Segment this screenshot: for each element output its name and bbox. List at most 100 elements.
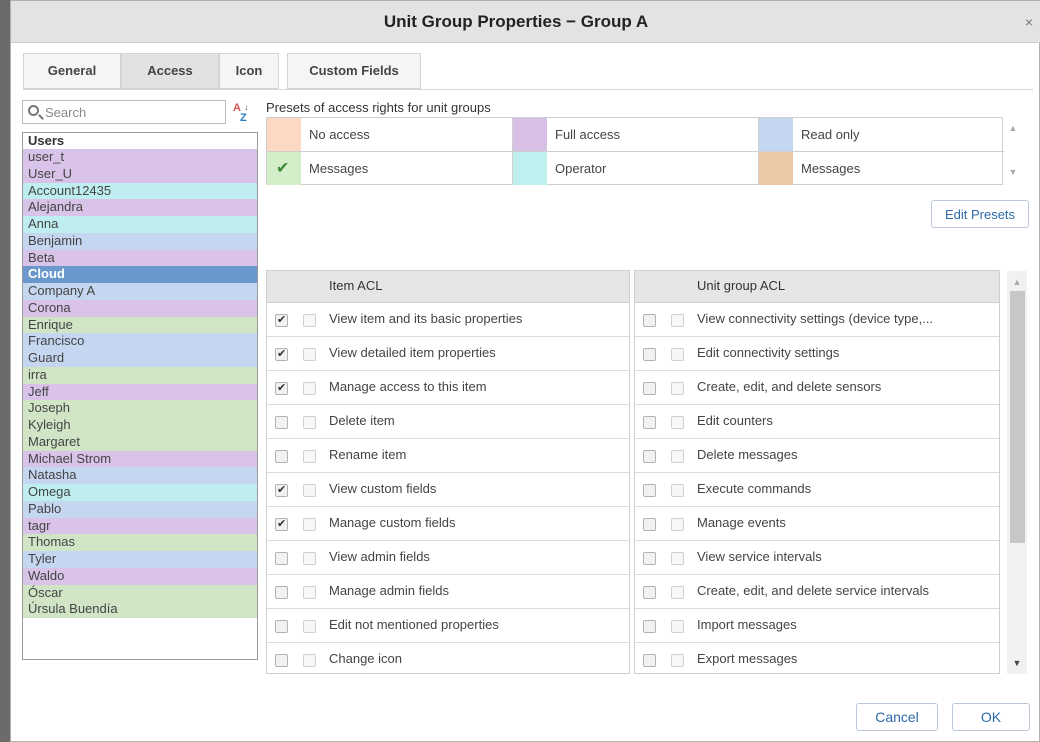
user-list-item[interactable]: Beta xyxy=(23,249,257,267)
inherited-checkbox[interactable] xyxy=(303,552,316,565)
item-acl-row[interactable]: Manage access to this item xyxy=(267,371,629,405)
inherited-checkbox[interactable] xyxy=(303,484,316,497)
grant-checkbox[interactable] xyxy=(275,313,288,327)
grant-checkbox[interactable] xyxy=(275,552,288,565)
user-list-item[interactable]: Joseph xyxy=(23,400,257,417)
user-list-item[interactable]: Guard xyxy=(23,350,257,367)
tab-access[interactable]: Access xyxy=(121,53,219,89)
item-acl-row[interactable]: Manage admin fields xyxy=(267,575,629,609)
users-list[interactable]: Users user_t User_U Account12435 Alejandra A… xyxy=(22,132,258,660)
user-list-item[interactable]: Corona xyxy=(23,299,257,317)
user-list-item[interactable]: Cloud xyxy=(23,266,257,283)
user-list-item[interactable]: Jeff xyxy=(23,383,257,401)
sort-az-icon[interactable]: A Z ↓ xyxy=(232,102,254,126)
user-list-item[interactable]: Company A xyxy=(23,283,257,300)
user-list-item[interactable]: Waldo xyxy=(23,567,257,585)
item-acl-row[interactable]: Rename item xyxy=(267,439,629,473)
preset-cell[interactable]: Read only xyxy=(759,118,1004,152)
user-list-item[interactable]: Omega xyxy=(23,484,257,501)
grant-checkbox[interactable] xyxy=(643,314,656,327)
unit-group-acl-row[interactable]: Create, edit, and delete sensors xyxy=(635,371,999,405)
inherited-checkbox[interactable] xyxy=(303,382,316,395)
edit-presets-button[interactable]: Edit Presets xyxy=(931,200,1029,228)
inherited-checkbox[interactable] xyxy=(671,314,684,327)
grant-checkbox[interactable] xyxy=(643,552,656,565)
unit-group-acl-row[interactable]: Delete messages xyxy=(635,439,999,473)
user-list-item[interactable]: irra xyxy=(23,366,257,384)
grant-checkbox[interactable] xyxy=(275,347,288,361)
unit-group-acl-row[interactable]: Create, edit, and delete service interva… xyxy=(635,575,999,609)
unit-group-acl-row[interactable]: Export messages xyxy=(635,643,999,673)
preset-cell[interactable]: Messages xyxy=(759,152,1004,185)
user-list-item[interactable]: tagr xyxy=(23,517,257,535)
inherited-checkbox[interactable] xyxy=(671,484,684,497)
user-list-item[interactable]: Thomas xyxy=(23,534,257,551)
inherited-checkbox[interactable] xyxy=(303,586,316,599)
grant-checkbox[interactable] xyxy=(643,654,656,667)
inherited-checkbox[interactable] xyxy=(303,314,316,327)
user-list-item[interactable]: Enrique xyxy=(23,316,257,334)
preset-cell[interactable]: ✔ Messages xyxy=(267,152,513,185)
inherited-checkbox[interactable] xyxy=(671,654,684,667)
tab-general[interactable]: General xyxy=(23,53,121,89)
user-list-item[interactable]: user_t xyxy=(23,149,257,166)
user-list-item[interactable]: Óscar xyxy=(23,584,257,602)
cancel-button[interactable]: Cancel xyxy=(856,703,938,731)
grant-checkbox[interactable] xyxy=(643,518,656,531)
inherited-checkbox[interactable] xyxy=(671,552,684,565)
grant-checkbox[interactable] xyxy=(275,416,288,429)
preset-cell[interactable]: Full access xyxy=(513,118,759,152)
grant-checkbox[interactable] xyxy=(275,620,288,633)
grant-checkbox[interactable] xyxy=(643,348,656,361)
grant-checkbox[interactable] xyxy=(275,654,288,667)
inherited-checkbox[interactable] xyxy=(671,450,684,463)
user-list-item[interactable]: Alejandra xyxy=(23,199,257,216)
grant-checkbox[interactable] xyxy=(643,620,656,633)
inherited-checkbox[interactable] xyxy=(303,348,316,361)
unit-group-acl-row[interactable]: Edit connectivity settings xyxy=(635,337,999,371)
inherited-checkbox[interactable] xyxy=(671,416,684,429)
grant-checkbox[interactable] xyxy=(275,586,288,599)
grant-checkbox[interactable] xyxy=(275,381,288,395)
user-list-item[interactable]: Natasha xyxy=(23,467,257,484)
ok-button[interactable]: OK xyxy=(952,703,1030,731)
inherited-checkbox[interactable] xyxy=(671,382,684,395)
user-list-item[interactable]: Benjamin xyxy=(23,232,257,250)
unit-group-acl-row[interactable]: Execute commands xyxy=(635,473,999,507)
user-list-item[interactable]: Tyler xyxy=(23,551,257,568)
user-list-item[interactable]: Michael Strom xyxy=(23,450,257,468)
grant-checkbox[interactable] xyxy=(643,586,656,599)
search-input[interactable] xyxy=(45,103,221,121)
unit-group-acl-row[interactable]: View connectivity settings (device type,… xyxy=(635,303,999,337)
grant-checkbox[interactable] xyxy=(643,416,656,429)
user-list-item[interactable]: Pablo xyxy=(23,500,257,518)
item-acl-row[interactable]: View admin fields xyxy=(267,541,629,575)
user-list-item[interactable]: Úrsula Buendía xyxy=(23,601,257,618)
inherited-checkbox[interactable] xyxy=(303,416,316,429)
item-acl-row[interactable]: Change icon xyxy=(267,643,629,673)
item-acl-row[interactable]: View custom fields xyxy=(267,473,629,507)
presets-scrollbar[interactable]: ▲ ▼ xyxy=(1005,117,1021,185)
scroll-down-icon[interactable]: ▼ xyxy=(1005,167,1021,177)
tab-icon[interactable]: Icon xyxy=(219,53,279,89)
scroll-thumb[interactable] xyxy=(1010,291,1025,543)
item-acl-row[interactable]: Manage custom fields xyxy=(267,507,629,541)
grant-checkbox[interactable] xyxy=(275,483,288,497)
scroll-down-icon[interactable]: ▼ xyxy=(1009,658,1025,668)
user-list-item[interactable]: Anna xyxy=(23,216,257,233)
inherited-checkbox[interactable] xyxy=(671,348,684,361)
inherited-checkbox[interactable] xyxy=(303,518,316,531)
inherited-checkbox[interactable] xyxy=(671,586,684,599)
item-acl-row[interactable]: View detailed item properties xyxy=(267,337,629,371)
inherited-checkbox[interactable] xyxy=(671,518,684,531)
grant-checkbox[interactable] xyxy=(643,382,656,395)
inherited-checkbox[interactable] xyxy=(303,450,316,463)
item-acl-row[interactable]: Edit not mentioned properties xyxy=(267,609,629,643)
user-list-item[interactable]: User_U xyxy=(23,165,257,183)
user-list-item[interactable]: Account12435 xyxy=(23,182,257,200)
close-icon[interactable]: × xyxy=(1025,13,1033,31)
unit-group-acl-row[interactable]: Manage events xyxy=(635,507,999,541)
user-list-item[interactable]: Francisco xyxy=(23,333,257,350)
inherited-checkbox[interactable] xyxy=(303,654,316,667)
scroll-up-icon[interactable]: ▲ xyxy=(1009,277,1025,287)
